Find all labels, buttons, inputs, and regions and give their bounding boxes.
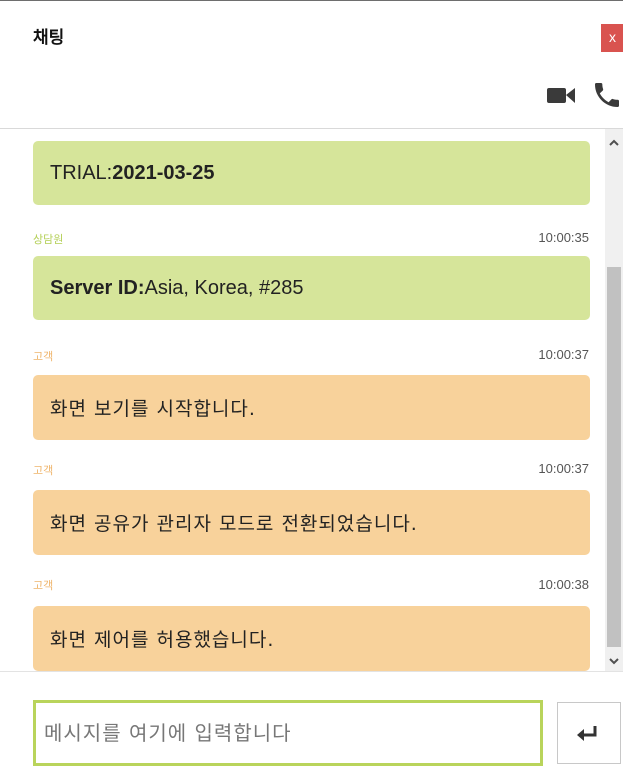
scroll-up-arrow-icon[interactable] [605,135,623,151]
message-sender: 고객 [33,464,54,477]
message-sender: 고객 [33,350,54,363]
scroll-down-arrow-icon[interactable] [605,653,623,669]
message-composer [0,671,623,775]
message-timestamp: 10:00:37 [538,347,589,362]
message-list[interactable]: TRIAL: 2021-03-25 상담원 10:00:35 Server ID… [0,129,605,671]
agent-message-bubble: Server ID: Asia, Korea, #285 [33,256,590,320]
customer-message-bubble: 화면 제어를 허용했습니다. [33,606,590,671]
server-id-value: Asia, Korea, #285 [144,276,304,299]
message-text: 화면 공유가 관리자 모드로 전환되었습니다. [50,513,418,535]
message-sender: 고객 [33,579,54,592]
message-timestamp: 10:00:37 [538,461,589,476]
send-button[interactable] [557,702,621,764]
close-button[interactable]: x [601,24,623,52]
enter-return-icon [577,726,597,741]
trial-date: 2021-03-25 [112,161,215,184]
customer-message-bubble: 화면 공유가 관리자 모드로 전환되었습니다. [33,490,590,555]
chat-title: 채팅 [33,28,65,48]
message-timestamp: 10:00:38 [538,577,589,592]
message-text: 화면 제어를 허용했습니다. [50,629,275,651]
message-sender: 상담원 [33,233,64,246]
message-input[interactable] [33,700,543,766]
trial-message-bubble: TRIAL: 2021-03-25 [33,141,590,205]
message-text: 화면 보기를 시작합니다. [50,398,256,420]
message-scrollbar[interactable] [605,129,623,671]
trial-label: TRIAL: [50,161,113,184]
server-id-label: Server ID: [50,276,145,299]
chat-window: 채팅 x TRIAL: 2021-03-25 상담원 10:00:35 Serv… [0,0,623,775]
customer-message-bubble: 화면 보기를 시작합니다. [33,375,590,440]
scrollbar-thumb[interactable] [607,267,621,647]
video-camera-icon[interactable] [547,85,577,105]
phone-icon[interactable] [591,79,623,111]
message-timestamp: 10:00:35 [538,230,589,245]
